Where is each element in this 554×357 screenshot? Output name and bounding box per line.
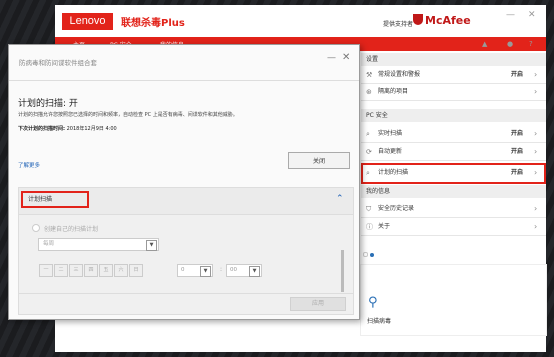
sidebar-item-auto-update[interactable]: ⟳ 自动更新 开启 ›	[361, 144, 546, 161]
chevron-right-icon: ›	[534, 70, 538, 79]
hour-value: 0	[181, 267, 185, 273]
status-label: 开启	[511, 169, 524, 176]
scan-description: 计划的扫描允许您按照您已选择的时间和频率，自动检查 PC 上是否有病毒、间谍软件…	[18, 112, 238, 118]
minute-value: 00	[230, 267, 237, 273]
dialog-minimize-button[interactable]: —	[327, 53, 336, 63]
radio-circle-icon	[32, 224, 40, 232]
day-button[interactable]: 五	[99, 264, 113, 277]
update-icon: ⟳	[366, 148, 372, 156]
help-icon[interactable]: ?	[529, 40, 533, 48]
provided-by-label: 提供支持者	[383, 21, 414, 28]
chevron-down-icon: ▼	[249, 266, 260, 277]
chevron-right-icon: ›	[534, 147, 538, 156]
sidebar-item-label: 常规设置和警报	[378, 71, 421, 78]
mcafee-name: McAfee	[425, 14, 471, 27]
dialog-close-icon[interactable]: ✕	[342, 52, 350, 63]
custom-schedule-radio[interactable]: 创建自己的扫描计划	[32, 224, 98, 233]
next-scan-value: 2018年12月9日 4:00	[66, 126, 117, 132]
radio-label: 创建自己的扫描计划	[44, 226, 99, 233]
learn-more-link[interactable]: 了解更多	[18, 161, 40, 169]
chevron-right-icon: ›	[534, 204, 538, 213]
chevron-right-icon: ›	[534, 129, 538, 138]
scheduled-scan-dialog: 防病毒和防间谍软件组合套 — ✕ 计划的扫描: 开 计划的扫描允许您按照您已选择…	[8, 44, 360, 320]
mcafee-logo: McAfee	[413, 14, 471, 27]
account-icon[interactable]: ●	[507, 40, 513, 48]
sidebar-item-label: 安全历史记录	[378, 205, 415, 212]
lenovo-logo: Lenovo	[62, 13, 113, 30]
close-button[interactable]: 关闭	[288, 152, 350, 169]
sidebar-item-quarantine[interactable]: ⊛ 隔离的项目 ›	[361, 84, 546, 101]
app-header: Lenovo 联想杀毒Plus 提供支持者 McAfee — ✕	[55, 5, 546, 37]
panel-scrollbar[interactable]	[341, 250, 344, 292]
sidebar-item-about[interactable]: ⓘ 关于 ›	[361, 219, 546, 236]
section-settings-header: 设置	[361, 53, 546, 66]
wrench-icon: ⚒	[366, 71, 373, 79]
day-button[interactable]: 一	[39, 264, 53, 277]
carousel-dot[interactable]	[363, 252, 368, 257]
divider	[19, 293, 353, 294]
day-button[interactable]: 三	[69, 264, 83, 277]
info-icon: ⓘ	[366, 223, 373, 231]
globe-icon: ⊛	[366, 88, 372, 96]
sidebar-item-label: 隔离的项目	[378, 88, 409, 95]
chevron-right-icon: ›	[534, 87, 538, 96]
notification-icon[interactable]: ▲	[482, 40, 487, 48]
sidebar-item-general-settings[interactable]: ⚒ 常规设置和警报 开启 ›	[361, 67, 546, 84]
sidebar-item-security-history[interactable]: ⛉ 安全历史记录 ›	[361, 201, 546, 218]
scheduled-scan-icon: ⌕	[366, 169, 370, 177]
frequency-value: 每周	[43, 241, 55, 247]
carousel-dots	[363, 251, 376, 259]
schedule-panel-title: 计划扫描	[21, 191, 89, 208]
next-scan-time: 下次计划的扫描时间: 2018年12月9日 4:00	[18, 125, 117, 132]
minimize-button[interactable]: —	[506, 10, 515, 20]
day-button[interactable]: 六	[114, 264, 128, 277]
day-button[interactable]: 二	[54, 264, 68, 277]
sidebar-item-label: 实时扫描	[378, 130, 403, 137]
minute-select[interactable]: 00 ▼	[226, 264, 262, 277]
scan-icon: ⌕	[366, 130, 370, 138]
apply-button[interactable]: 应用	[290, 297, 346, 311]
carousel-dot-active[interactable]	[370, 253, 374, 257]
scan-virus-label: 扫描病毒	[367, 318, 392, 325]
scan-virus-card[interactable]: ⚲ 扫描病毒	[360, 264, 547, 336]
next-scan-label: 下次计划的扫描时间:	[18, 126, 66, 132]
status-label: 开启	[511, 71, 524, 78]
section-my-info-header: 我的信息	[361, 185, 546, 198]
chevron-down-icon: ▼	[146, 240, 157, 251]
status-label: 开启	[511, 148, 524, 155]
schedule-panel-header[interactable]: 计划扫描 ⌃	[19, 188, 353, 215]
sidebar-item-label: 关于	[378, 223, 391, 230]
sidebar-item-label: 自动更新	[378, 148, 403, 155]
section-pc-security-header: PC 安全	[361, 109, 546, 122]
hour-select[interactable]: 0 ▼	[177, 264, 213, 277]
day-button[interactable]: 四	[84, 264, 98, 277]
dialog-title: 防病毒和防间谍软件组合套	[19, 59, 97, 67]
time-separator: :	[220, 266, 223, 273]
scan-status-heading: 计划的扫描: 开	[18, 99, 78, 109]
close-button[interactable]: ✕	[528, 10, 536, 20]
product-name: 联想杀毒Plus	[121, 18, 185, 29]
chevron-right-icon: ›	[534, 222, 538, 231]
divider	[9, 80, 359, 81]
status-label: 开启	[511, 130, 524, 137]
sidebar-item-scheduled-scan[interactable]: ⌕ 计划的扫描 开启 ›	[361, 163, 546, 184]
magnifier-icon: ⚲	[368, 295, 378, 310]
sidebar-item-label: 计划的扫描	[378, 169, 409, 176]
chevron-up-icon[interactable]: ⌃	[336, 194, 344, 204]
chevron-right-icon: ›	[534, 168, 538, 177]
chevron-down-icon: ▼	[200, 266, 211, 277]
day-button[interactable]: 日	[129, 264, 143, 277]
mcafee-shield-icon	[413, 14, 423, 25]
sidebar-item-realtime-scan[interactable]: ⌕ 实时扫描 开启 ›	[361, 126, 546, 143]
frequency-select[interactable]: 每周 ▼	[38, 238, 159, 251]
shield-icon: ⛉	[366, 205, 372, 213]
schedule-panel: 计划扫描 ⌃ 创建自己的扫描计划 每周 ▼ 一 二 三 四 五 六 日 0 ▼ : …	[18, 187, 354, 315]
